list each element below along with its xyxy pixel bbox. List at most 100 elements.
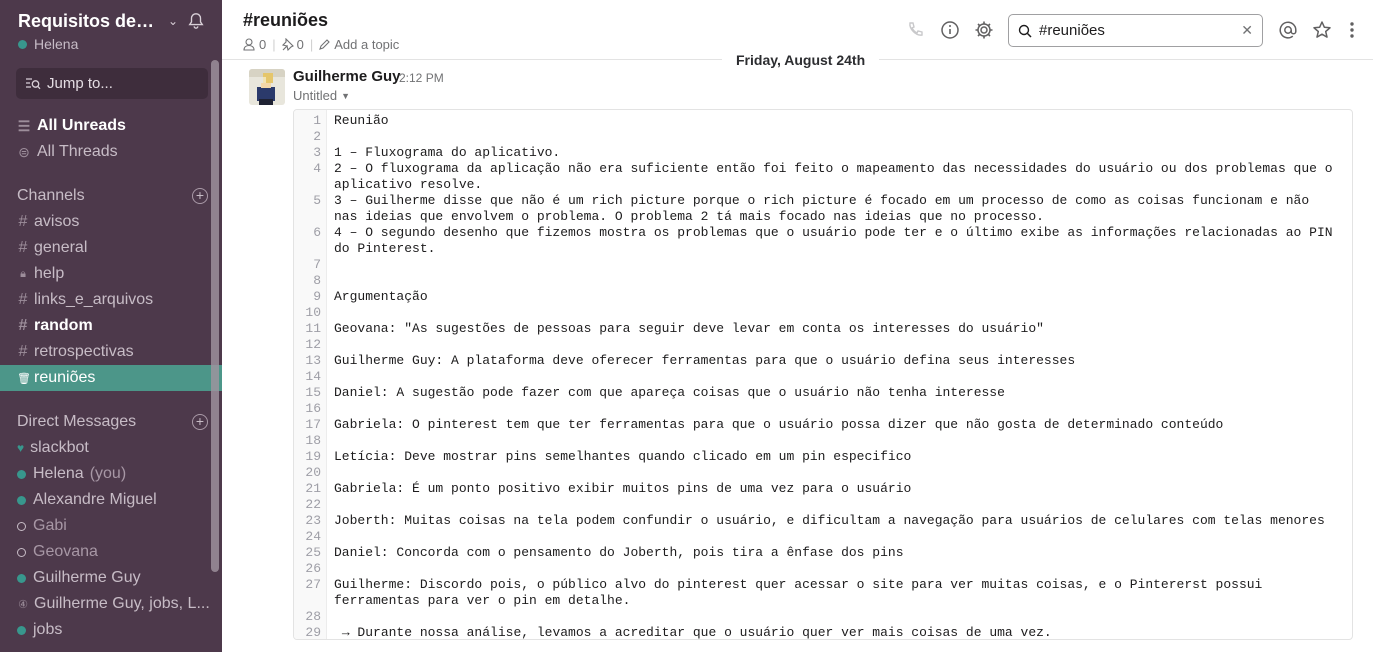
current-user[interactable]: Helena — [18, 36, 78, 52]
jump-search-icon — [26, 77, 41, 89]
line-number: 15 — [305, 385, 321, 400]
channels-section-title[interactable]: Channels — [17, 187, 85, 205]
line-text: 4 – O segundo desenho que fizemos mostra… — [334, 225, 1341, 256]
clear-search-icon[interactable]: ✕ — [1241, 22, 1253, 39]
line-text: 3 – Guilherme disse que não é um rich pi… — [334, 193, 1317, 224]
threads-icon: ⊜ — [18, 143, 30, 160]
line-number: 10 — [305, 305, 321, 320]
line-text: Geovana: "As sugestões de pessoas para s… — [334, 321, 1044, 336]
line-number: 8 — [313, 273, 321, 288]
sidebar-item-general[interactable]: # general — [17, 235, 222, 261]
jump-to-button[interactable]: Jump to... — [16, 68, 208, 99]
more-icon[interactable] — [1342, 20, 1362, 40]
line-number: 23 — [305, 513, 321, 528]
direct-messages-section-title[interactable]: Direct Messages — [17, 413, 136, 431]
line-number: 2 — [313, 129, 321, 144]
line-number: 14 — [305, 369, 321, 384]
phone-icon[interactable] — [906, 20, 926, 40]
line-number: 28 — [305, 609, 321, 624]
presence-away-icon — [17, 521, 26, 531]
code-snippet[interactable]: 1 Reunião 2 3 1 – Fluxograma do aplicativo. 4… — [293, 109, 1353, 640]
line-number: 21 — [305, 481, 321, 496]
line-number: 12 — [305, 337, 321, 352]
channel-title[interactable]: #reuniões — [243, 10, 328, 31]
dm-label: Gabi — [33, 517, 67, 534]
member-icon[interactable] — [243, 38, 255, 51]
line-number: 18 — [305, 433, 321, 448]
search-icon — [1018, 24, 1032, 38]
line-number: 25 — [305, 545, 321, 560]
line-number: 27 — [305, 577, 321, 592]
line-number: 16 — [305, 401, 321, 416]
message-timestamp[interactable]: 2:12 PM — [399, 71, 444, 85]
star-icon[interactable] — [1312, 20, 1332, 40]
sidebar-item-random[interactable]: # random — [17, 313, 222, 339]
dm-jobs[interactable]: jobs — [17, 617, 222, 643]
line-number: 20 — [305, 465, 321, 480]
pin-count[interactable]: 0 — [297, 37, 304, 52]
avatar[interactable] — [249, 69, 285, 105]
hash-icon: # — [18, 291, 28, 308]
member-count[interactable]: 0 — [259, 37, 266, 52]
message-author[interactable]: Guilherme Guy — [293, 68, 401, 85]
line-text: Argumentação — [334, 289, 428, 304]
dm-geovana[interactable]: Geovana — [17, 539, 222, 565]
line-number: 29 — [305, 625, 321, 640]
sidebar-item-help[interactable]: 🔒︎ help — [17, 261, 222, 287]
line-number: 19 — [305, 449, 321, 464]
line-number: 5 — [313, 193, 321, 208]
meta-divider: | — [309, 37, 314, 52]
line-number: 26 — [305, 561, 321, 576]
presence-online-icon — [17, 573, 26, 583]
line-number: 24 — [305, 529, 321, 544]
add-topic-link[interactable]: Add a topic — [334, 37, 399, 52]
line-number: 3 — [313, 145, 321, 160]
pin-icon[interactable] — [281, 38, 294, 51]
add-dm-icon[interactable]: + — [192, 414, 208, 430]
dm-helena[interactable]: Helena (you) — [17, 461, 222, 487]
dm-label: slackbot — [30, 439, 89, 456]
dm-slackbot[interactable]: ♥ slackbot — [17, 435, 222, 461]
presence-away-icon — [17, 547, 26, 557]
sidebar-item-all-unreads[interactable]: ☰ All Unreads — [17, 117, 126, 135]
line-number: 6 — [313, 225, 321, 240]
trash-icon: 🗑︎ — [17, 372, 31, 385]
channel-label: general — [34, 239, 88, 256]
line-number: 22 — [305, 497, 321, 512]
add-channel-icon[interactable]: + — [192, 188, 208, 204]
chevron-down-icon[interactable]: ⌄ — [168, 14, 178, 28]
all-threads-label: All Threads — [37, 143, 118, 160]
search-input[interactable]: #reuniões ✕ — [1008, 14, 1263, 47]
sidebar-item-all-threads[interactable]: ⊜ All Threads — [17, 143, 118, 161]
unreads-icon: ☰ — [17, 117, 31, 134]
line-text: Daniel: Concorda com o pensamento do Job… — [334, 545, 904, 560]
sidebar-item-links-e-arquivos[interactable]: # links_e_arquivos — [17, 287, 222, 313]
line-number: 17 — [305, 417, 321, 432]
info-icon[interactable] — [940, 20, 960, 40]
dm-alexandre-miguel[interactable]: Alexandre Miguel — [17, 487, 222, 513]
dm-gabi[interactable]: Gabi — [17, 513, 222, 539]
line-text: Letícia: Deve mostrar pins semelhantes q… — [334, 449, 912, 464]
sidebar-item-avisos[interactable]: # avisos — [17, 209, 222, 235]
you-label: (you) — [89, 465, 127, 482]
at-icon[interactable] — [1278, 20, 1298, 40]
bell-icon[interactable] — [187, 12, 205, 30]
channel-label: reuniões — [34, 369, 96, 386]
line-text: Gabriela: O pinterest tem que ter ferram… — [334, 417, 1224, 432]
sidebar-item-retrospectivas[interactable]: # retrospectivas — [17, 339, 222, 365]
channel-header: #reuniões 0 | 0 | Add a topic #reuniões … — [222, 0, 1373, 60]
line-text: Guilherme: Discordo pois, o público alvo… — [334, 577, 1271, 608]
workspace-name[interactable]: Requisitos de Software — [18, 11, 158, 32]
gear-icon[interactable] — [974, 20, 994, 40]
channel-label: avisos — [34, 213, 80, 230]
caret-down-icon[interactable]: ▼ — [341, 91, 350, 101]
hash-icon: # — [18, 213, 28, 230]
sidebar-scrollbar[interactable] — [211, 60, 219, 572]
sidebar-item-reunioes[interactable]: 🗑︎ reuniões — [0, 365, 222, 391]
dm-guilherme-guy[interactable]: Guilherme Guy — [17, 565, 222, 591]
line-text: 1 – Fluxograma do aplicativo. — [334, 145, 561, 160]
snippet-title[interactable]: Untitled ▼ — [293, 88, 350, 103]
dm-group[interactable]: ④ Guilherme Guy, jobs, L... — [17, 591, 222, 617]
presence-online-icon — [17, 495, 26, 505]
search-value: #reuniões — [1039, 22, 1105, 39]
